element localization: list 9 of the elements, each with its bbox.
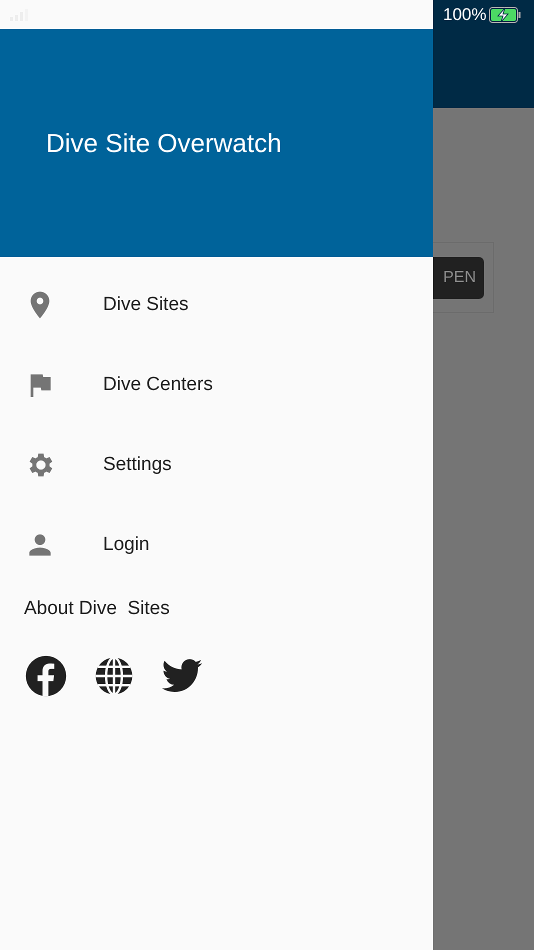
menu-item[interactable]: Dive Sites (0, 265, 433, 345)
menu-item[interactable]: Settings (0, 425, 433, 505)
section-heading: About Dive Sites (23, 597, 171, 621)
drawer-title: Dive Site Overwatch (46, 126, 282, 160)
battery-text: 100% (443, 4, 486, 26)
menu-item[interactable]: Login (0, 505, 433, 585)
menu-item[interactable]: Dive Centers (0, 345, 433, 425)
facebook-icon[interactable] (24, 654, 68, 698)
open-button[interactable]: PEN (433, 257, 484, 299)
